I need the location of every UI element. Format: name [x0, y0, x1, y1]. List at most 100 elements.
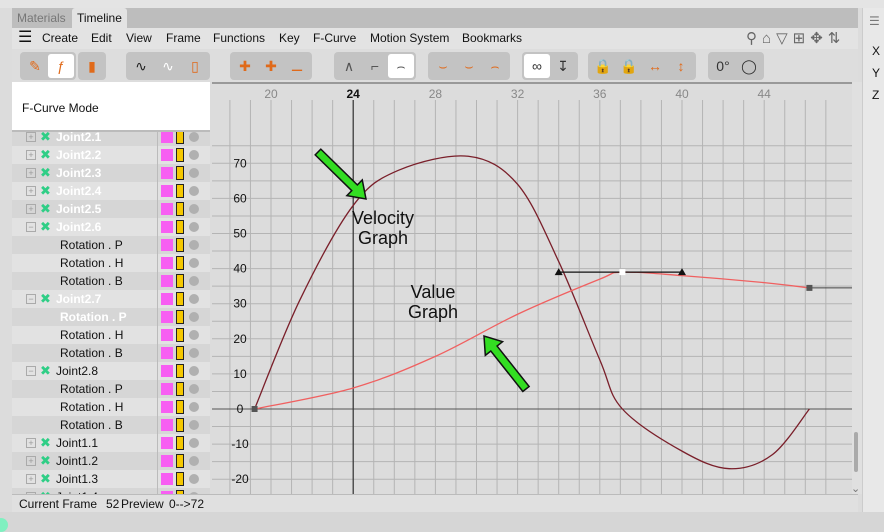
ease-ease-icon[interactable]: ⌢ — [482, 54, 508, 78]
color-swatch[interactable] — [161, 419, 173, 431]
solo-toggle[interactable] — [189, 474, 199, 484]
add-keys-icon[interactable]: ✚ — [258, 54, 284, 78]
f-curve-mode-icon[interactable]: ƒ — [48, 54, 74, 78]
search-icon[interactable]: ⚲ — [746, 30, 762, 47]
collapse-icon[interactable]: − — [26, 222, 36, 232]
tangent-down-icon[interactable]: ↧ — [550, 54, 576, 78]
color-swatch[interactable] — [161, 203, 173, 215]
expand-icon[interactable]: + — [26, 150, 36, 160]
scale-vertical-icon[interactable]: ⇅ — [828, 30, 846, 47]
solo-toggle[interactable] — [189, 222, 199, 232]
solo-toggle[interactable] — [189, 348, 199, 358]
solo-toggle[interactable] — [189, 240, 199, 250]
add-key-icon[interactable]: ✚ — [232, 54, 258, 78]
menu-f-curve[interactable]: F-Curve — [313, 31, 356, 45]
solo-toggle[interactable] — [189, 132, 199, 142]
frame-ruler[interactable]: 20 24 28 32 36 40 44 — [212, 82, 852, 101]
remove-key-icon[interactable]: ⚊ — [284, 54, 310, 78]
collapse-icon[interactable]: − — [26, 294, 36, 304]
tree-joint-row[interactable]: − ✖ Joint2.7 — [12, 290, 210, 308]
solo-toggle[interactable] — [189, 168, 199, 178]
menu-motion-system[interactable]: Motion System — [370, 31, 449, 45]
color-swatch[interactable] — [161, 185, 173, 197]
scrollbar-thumb[interactable] — [854, 432, 858, 472]
tree-joint-row[interactable]: + ✖ Joint2.4 — [12, 182, 210, 200]
solo-toggle[interactable] — [189, 204, 199, 214]
color-swatch[interactable] — [161, 437, 173, 449]
color-swatch[interactable] — [161, 257, 173, 269]
lock-value-icon[interactable]: ↕ — [668, 54, 694, 78]
solo-toggle[interactable] — [189, 384, 199, 394]
tab-timeline[interactable]: Timeline — [72, 8, 127, 28]
show-curve-icon[interactable]: ∿ — [128, 54, 154, 78]
color-swatch[interactable] — [161, 221, 173, 233]
color-swatch[interactable] — [161, 329, 173, 341]
menu-create[interactable]: Create — [42, 31, 78, 45]
color-swatch[interactable] — [161, 347, 173, 359]
key-mode-icon[interactable]: ✎ — [22, 54, 48, 78]
tree-track-row[interactable]: Rotation . H — [12, 398, 210, 416]
tree-joint-row[interactable]: + ✖ Joint2.3 — [12, 164, 210, 182]
color-swatch[interactable] — [161, 239, 173, 251]
zero-angle-icon[interactable]: 0° — [710, 54, 736, 78]
filter-icon[interactable]: ▽ — [776, 30, 793, 47]
color-swatch[interactable] — [161, 149, 173, 161]
solo-toggle[interactable] — [189, 150, 199, 160]
color-swatch[interactable] — [161, 293, 173, 305]
tree-joint-row[interactable]: − ✖ Joint2.6 — [12, 218, 210, 236]
solo-toggle[interactable] — [189, 402, 199, 412]
auto-tangent-icon[interactable]: ∞ — [524, 54, 550, 78]
menu-functions[interactable]: Functions — [213, 31, 265, 45]
linear-icon[interactable]: ∧ — [336, 54, 362, 78]
lock-time-icon[interactable]: ↔ — [642, 54, 668, 78]
tree-track-row[interactable]: Rotation . B — [12, 416, 210, 434]
color-swatch[interactable] — [161, 473, 173, 485]
color-swatch[interactable] — [161, 167, 173, 179]
menu-edit[interactable]: Edit — [91, 31, 112, 45]
collapse-icon[interactable]: − — [26, 366, 36, 376]
keyframe[interactable] — [806, 284, 813, 291]
hamburger-menu-icon[interactable]: ☰ — [18, 30, 32, 46]
keyframe[interactable] — [619, 269, 626, 276]
expand-icon[interactable]: + — [26, 438, 36, 448]
color-swatch[interactable] — [161, 365, 173, 377]
color-swatch[interactable] — [161, 383, 173, 395]
step-icon[interactable]: ⌐ — [362, 54, 388, 78]
tree-joint-row[interactable]: + ✖ Joint2.1 — [12, 132, 210, 146]
lock-angle-icon[interactable]: 🔒 — [590, 54, 616, 78]
expand-icon[interactable]: + — [26, 186, 36, 196]
keyframe[interactable] — [251, 406, 258, 412]
move-icon[interactable]: ✥ — [810, 30, 828, 47]
color-swatch[interactable] — [161, 275, 173, 287]
expand-icon[interactable]: + — [26, 456, 36, 466]
show-velocity-icon[interactable]: ∿ — [155, 54, 181, 78]
ease-in-icon[interactable]: ⌣ — [430, 54, 456, 78]
menu-bookmarks[interactable]: Bookmarks — [462, 31, 522, 45]
menu-frame[interactable]: Frame — [166, 31, 201, 45]
menu-key[interactable]: Key — [279, 31, 300, 45]
solo-toggle[interactable] — [189, 420, 199, 430]
color-swatch[interactable] — [161, 132, 173, 143]
color-swatch[interactable] — [161, 401, 173, 413]
tree-track-row[interactable]: Rotation . P — [12, 236, 210, 254]
solo-toggle[interactable] — [189, 366, 199, 376]
expand-icon[interactable]: + — [26, 204, 36, 214]
solo-toggle[interactable] — [189, 186, 199, 196]
f-curve-graph[interactable]: 70 60 50 40 30 20 10 0 -10 -20 Velocity Graph Valu… — [212, 82, 852, 494]
tab-materials[interactable]: Materials — [12, 8, 71, 28]
tree-joint-row[interactable]: + ✖ Joint1.1 — [12, 434, 210, 452]
tree-track-row[interactable]: Rotation . P — [12, 308, 210, 326]
spline-icon[interactable]: ⌢ — [388, 54, 414, 78]
tree-joint-row[interactable]: + ✖ Joint1.2 — [12, 452, 210, 470]
tree-track-row[interactable]: Rotation . H — [12, 326, 210, 344]
tree-track-row[interactable]: Rotation . P — [12, 380, 210, 398]
color-swatch[interactable] — [161, 311, 173, 323]
panel-menu-icon[interactable]: ☰ — [869, 14, 880, 28]
tree-joint-row[interactable]: − ✖ Joint2.8 — [12, 362, 210, 380]
dope-sheet-icon[interactable]: ▮ — [79, 54, 105, 78]
ease-out-icon[interactable]: ⌣ — [456, 54, 482, 78]
expand-icon[interactable]: + — [26, 132, 36, 142]
solo-toggle[interactable] — [189, 456, 199, 466]
solo-toggle[interactable] — [189, 438, 199, 448]
expand-icon[interactable]: + — [26, 168, 36, 178]
